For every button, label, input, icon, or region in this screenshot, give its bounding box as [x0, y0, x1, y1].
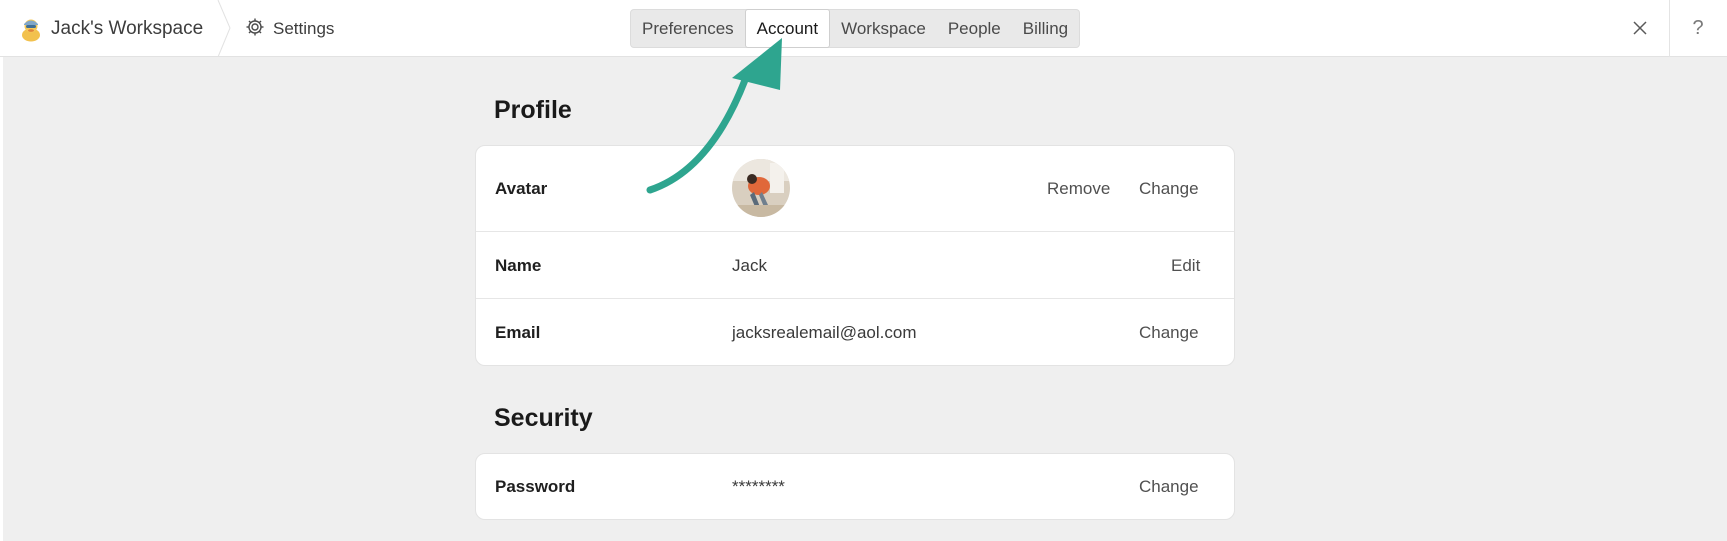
annotation-arrow — [646, 38, 782, 194]
tab-billing[interactable]: Billing — [1012, 10, 1079, 47]
password-row: Password ******** Change — [476, 454, 1234, 519]
name-value: Jack — [732, 256, 767, 275]
settings-breadcrumb[interactable]: Settings — [245, 14, 334, 44]
left-edge — [0, 57, 3, 541]
name-row: Name Jack Edit — [476, 232, 1234, 299]
security-card: Password ******** Change — [475, 453, 1235, 520]
email-label: Email — [495, 323, 541, 342]
change-avatar-button[interactable]: Change — [1139, 179, 1199, 199]
email-value: jacksrealemail@aol.com — [732, 323, 917, 342]
password-value: ******** — [732, 477, 785, 496]
gear-icon — [245, 17, 265, 42]
workspace-breadcrumb[interactable]: Jack's Workspace — [19, 14, 203, 44]
security-title: Security — [494, 404, 593, 432]
divider — [1669, 0, 1670, 57]
avatar-row: Avatar Remove Change — [476, 146, 1234, 232]
top-bar: Jack's Workspace Settings Preferences Ac… — [0, 0, 1727, 57]
remove-avatar-button[interactable]: Remove — [1047, 179, 1110, 199]
workspace-name: Jack's Workspace — [51, 18, 204, 39]
profile-title: Profile — [494, 96, 572, 124]
close-icon[interactable] — [1628, 16, 1652, 40]
name-label: Name — [495, 256, 542, 275]
password-label: Password — [495, 477, 576, 496]
edit-name-button[interactable]: Edit — [1171, 256, 1200, 276]
email-row: Email jacksrealemail@aol.com Change — [476, 299, 1234, 365]
tab-people[interactable]: People — [937, 10, 1012, 47]
avatar-label: Avatar — [495, 179, 548, 198]
duck-avatar-icon — [19, 16, 43, 42]
help-icon[interactable]: ? — [1685, 14, 1711, 42]
breadcrumb-separator — [217, 0, 231, 57]
tab-workspace[interactable]: Workspace — [830, 10, 937, 47]
change-password-button[interactable]: Change — [1139, 477, 1199, 497]
settings-label: Settings — [273, 19, 335, 38]
profile-card: Avatar Remove Change Name Jack Edit Emai… — [475, 145, 1235, 366]
change-email-button[interactable]: Change — [1139, 323, 1199, 343]
